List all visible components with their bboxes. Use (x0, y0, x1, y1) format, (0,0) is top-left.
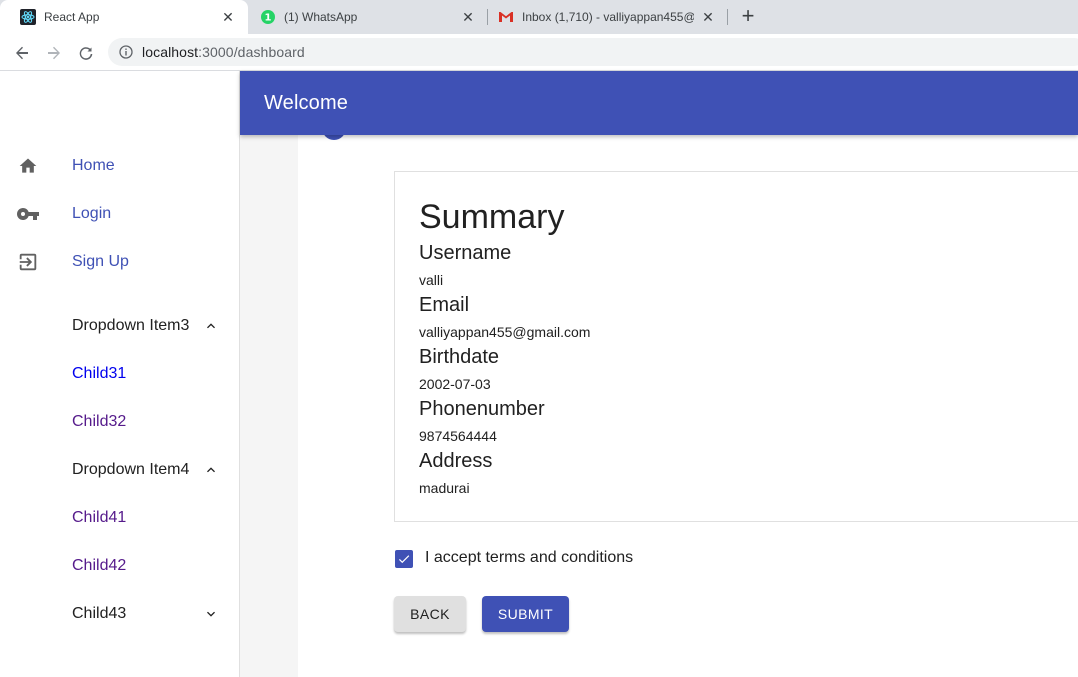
address-bar[interactable]: localhost:3000/dashboard (108, 38, 1078, 66)
tab-separator (727, 9, 728, 25)
terms-label: I accept terms and conditions (425, 549, 634, 566)
gmail-icon (498, 9, 514, 25)
username-value: valli (419, 272, 444, 288)
sidebar-item-label: Sign Up (72, 253, 129, 270)
chevron-up-icon[interactable] (199, 458, 223, 482)
browser-toolbar: localhost:3000/dashboard (0, 34, 1078, 71)
sidebar-item-login[interactable]: Login (0, 190, 239, 238)
reload-icon[interactable] (73, 40, 99, 66)
terms-checkbox[interactable] (395, 550, 413, 568)
sidebar-item-child42[interactable]: Child42 (0, 542, 239, 590)
birthdate-label: Birthdate (419, 346, 500, 368)
url-path: :3000/dashboard (198, 44, 305, 60)
key-icon (16, 202, 40, 226)
sidebar-item-label: Login (72, 205, 112, 222)
back-button[interactable]: BACK (394, 596, 466, 632)
tab-gmail[interactable]: Inbox (1,710) - valliyappan455@gmail.com… (488, 0, 728, 34)
tab-title: Inbox (1,710) - valliyappan455@gmail.com (522, 10, 694, 24)
sidebar-item-label: Child42 (72, 557, 127, 574)
new-tab-icon[interactable]: + (737, 5, 759, 28)
email-value: valliyappan455@gmail.com (419, 324, 591, 340)
url-text: localhost:3000/dashboard (142, 44, 305, 60)
close-tab-icon[interactable]: ✕ (700, 9, 716, 25)
app-bar: Welcome (240, 71, 1078, 135)
username-label: Username (419, 242, 512, 264)
sidebar-drawer: Home Login Sign Up Dropdown Item3 Child3… (0, 71, 240, 677)
sidebar-item-label: Child43 (72, 605, 127, 622)
address-value: madurai (419, 480, 470, 496)
info-icon[interactable] (119, 45, 133, 59)
sidebar-item-label: Child41 (72, 509, 127, 526)
sidebar-item-child41[interactable]: Child41 (0, 494, 239, 542)
sidebar-item-child32[interactable]: Child32 (0, 398, 239, 446)
summary-card: Summary Username valli Email valliyappan… (394, 171, 1078, 522)
sidebar-item-child31[interactable]: Child31 (0, 350, 239, 398)
birthdate-value: 2002-07-03 (419, 376, 491, 392)
sidebar-item-label: Child31 (72, 365, 127, 382)
chevron-down-icon[interactable] (199, 602, 223, 626)
browser-tab-bar: React App ✕ 1 (1) WhatsApp ✕ Inbox (1,71… (0, 0, 1078, 34)
sidebar-item-dropdown-item3[interactable]: Dropdown Item3 (0, 302, 239, 350)
summary-title: Summary (419, 198, 565, 236)
url-host: localhost (142, 44, 199, 60)
sidebar-item-label: Dropdown Item4 (72, 461, 190, 478)
page-title: Welcome (264, 91, 349, 114)
back-arrow-icon[interactable] (9, 40, 35, 66)
tab-react-app[interactable]: React App ✕ (0, 0, 248, 34)
phonenumber-value: 9874564444 (419, 428, 497, 444)
chevron-up-icon[interactable] (199, 314, 223, 338)
phonenumber-label: Phonenumber (419, 398, 545, 420)
sidebar-item-dropdown-item4[interactable]: Dropdown Item4 (0, 446, 239, 494)
tab-whatsapp[interactable]: 1 (1) WhatsApp ✕ (248, 0, 488, 34)
sidebar-item-label: Dropdown Item3 (72, 317, 190, 334)
address-label: Address (419, 450, 493, 472)
home-icon (16, 154, 40, 178)
submit-button[interactable]: SUBMIT (482, 596, 569, 632)
tab-title: React App (44, 10, 100, 24)
sidebar-item-label: Home (72, 157, 115, 174)
whatsapp-icon: 1 (260, 9, 276, 25)
sign-in-icon (16, 250, 40, 274)
tab-title: (1) WhatsApp (284, 10, 358, 24)
close-tab-icon[interactable]: ✕ (460, 9, 476, 25)
sidebar-item-home[interactable]: Home (0, 142, 239, 190)
check-icon (398, 555, 410, 564)
sidebar-item-label: Child32 (72, 413, 127, 430)
svg-text:1: 1 (265, 13, 272, 24)
sidebar-item-child43[interactable]: Child43 (0, 590, 239, 638)
react-icon (20, 9, 36, 25)
close-tab-icon[interactable]: ✕ (220, 9, 236, 25)
sidebar-item-sign-up[interactable]: Sign Up (0, 238, 239, 286)
forward-arrow-icon[interactable] (41, 40, 67, 66)
email-label: Email (419, 294, 470, 316)
